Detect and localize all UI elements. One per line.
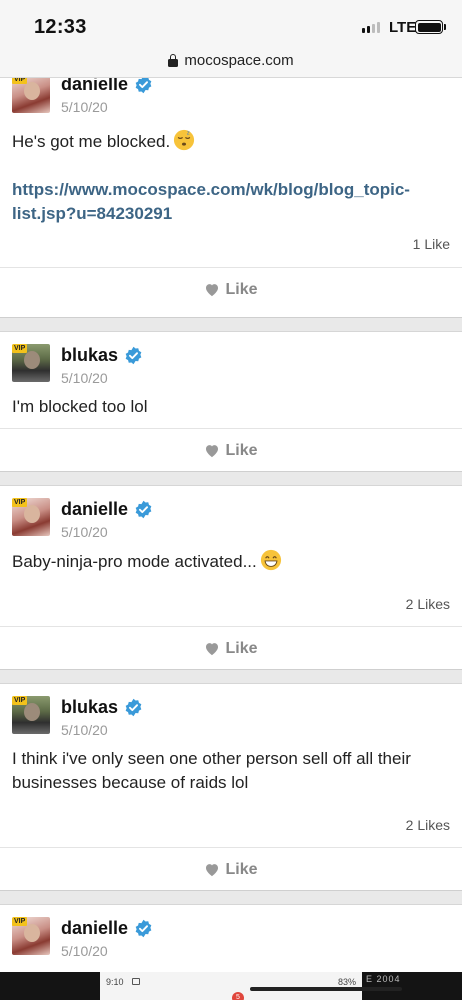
heart-icon bbox=[206, 445, 219, 458]
like-label: Like bbox=[225, 639, 258, 657]
embedded-battery: 83% bbox=[337, 977, 356, 987]
heart-icon bbox=[206, 284, 219, 297]
author-name[interactable]: danielle bbox=[61, 499, 128, 520]
post-date: 5/10/20 bbox=[61, 524, 108, 540]
comment-feed[interactable]: VIP danielle 5/10/20 He's got me blocked… bbox=[0, 78, 462, 972]
comment-card: VIP blukas 5/10/20 I'm blocked too lol L… bbox=[0, 331, 462, 472]
network-type: LTE bbox=[389, 19, 417, 36]
vip-badge: VIP bbox=[12, 78, 28, 84]
svg-text:z: z bbox=[187, 131, 190, 137]
post-date: 5/10/20 bbox=[61, 722, 108, 738]
comment-text: Baby-ninja-pro mode activated... bbox=[0, 549, 462, 574]
url-text: mocospace.com bbox=[184, 52, 294, 69]
like-count[interactable]: 2 Likes bbox=[406, 596, 450, 612]
post-date: 5/10/20 bbox=[61, 943, 108, 959]
status-bar: 12:33 LTE bbox=[0, 0, 462, 44]
verified-badge-icon bbox=[135, 78, 152, 94]
like-label: Like bbox=[225, 441, 258, 459]
address-bar[interactable]: mocospace.com bbox=[0, 44, 462, 78]
like-button[interactable]: Like bbox=[0, 626, 462, 670]
author-name[interactable]: danielle bbox=[61, 78, 128, 95]
verified-badge-icon bbox=[125, 346, 142, 365]
like-count[interactable]: 1 Like bbox=[413, 236, 450, 252]
author-name[interactable]: blukas bbox=[61, 697, 118, 718]
verified-badge-icon bbox=[125, 698, 142, 717]
comment-card: VIP blukas 5/10/20 I think i've only see… bbox=[0, 683, 462, 891]
like-button[interactable]: Like bbox=[0, 267, 462, 311]
gallery-icon bbox=[132, 978, 140, 985]
blog-link[interactable]: https://www.mocospace.com/wk/blog/blog_t… bbox=[12, 178, 450, 226]
avatar[interactable]: VIP bbox=[12, 917, 50, 955]
cellular-signal-icon bbox=[362, 22, 380, 33]
comment-text: I think i've only seen one other person … bbox=[12, 749, 411, 792]
post-date: 5/10/20 bbox=[61, 370, 108, 386]
comment-text: I'm blocked too lol bbox=[12, 397, 148, 416]
avatar[interactable]: VIP bbox=[12, 78, 50, 113]
like-button[interactable]: Like bbox=[0, 428, 462, 472]
vip-badge: VIP bbox=[12, 498, 28, 507]
home-indicator[interactable] bbox=[250, 987, 402, 991]
bottom-overlay: 9:10 83% 5 E 2004 bbox=[0, 972, 462, 1000]
embedded-time: 9:10 bbox=[106, 977, 124, 987]
avatar[interactable]: VIP bbox=[12, 498, 50, 536]
author-name[interactable]: danielle bbox=[61, 918, 128, 939]
side-text: E 2004 bbox=[366, 974, 401, 984]
notification-badge: 5 bbox=[232, 992, 244, 1000]
verified-badge-icon bbox=[135, 500, 152, 519]
avatar[interactable]: VIP bbox=[12, 696, 50, 734]
battery-icon bbox=[415, 20, 443, 34]
vip-badge: VIP bbox=[12, 696, 28, 705]
author-name[interactable]: blukas bbox=[61, 345, 118, 366]
comment-card: VIP danielle 5/10/20 bbox=[0, 904, 462, 972]
heart-icon bbox=[206, 864, 219, 877]
grinning-face-emoji-icon bbox=[260, 549, 281, 571]
post-date: 5/10/20 bbox=[61, 99, 108, 115]
like-label: Like bbox=[225, 860, 258, 878]
heart-icon bbox=[206, 643, 219, 656]
comment-card: VIP danielle 5/10/20 Baby-ninja-pro mode… bbox=[0, 485, 462, 670]
lock-icon bbox=[168, 54, 179, 67]
vip-badge: VIP bbox=[12, 917, 28, 926]
comment-card: VIP danielle 5/10/20 He's got me blocked… bbox=[0, 78, 462, 318]
verified-badge-icon bbox=[135, 919, 152, 938]
sleepy-face-emoji-icon: z bbox=[174, 129, 195, 151]
like-label: Like bbox=[225, 280, 258, 298]
status-time: 12:33 bbox=[34, 16, 87, 38]
comment-text: He's got me blocked. z https://www.mocosp… bbox=[0, 129, 462, 226]
avatar[interactable]: VIP bbox=[12, 344, 50, 382]
embedded-status-bar: 9:10 83% 5 bbox=[100, 972, 402, 1000]
vip-badge: VIP bbox=[12, 344, 28, 353]
like-count[interactable]: 2 Likes bbox=[406, 817, 450, 833]
like-button[interactable]: Like bbox=[0, 847, 462, 891]
